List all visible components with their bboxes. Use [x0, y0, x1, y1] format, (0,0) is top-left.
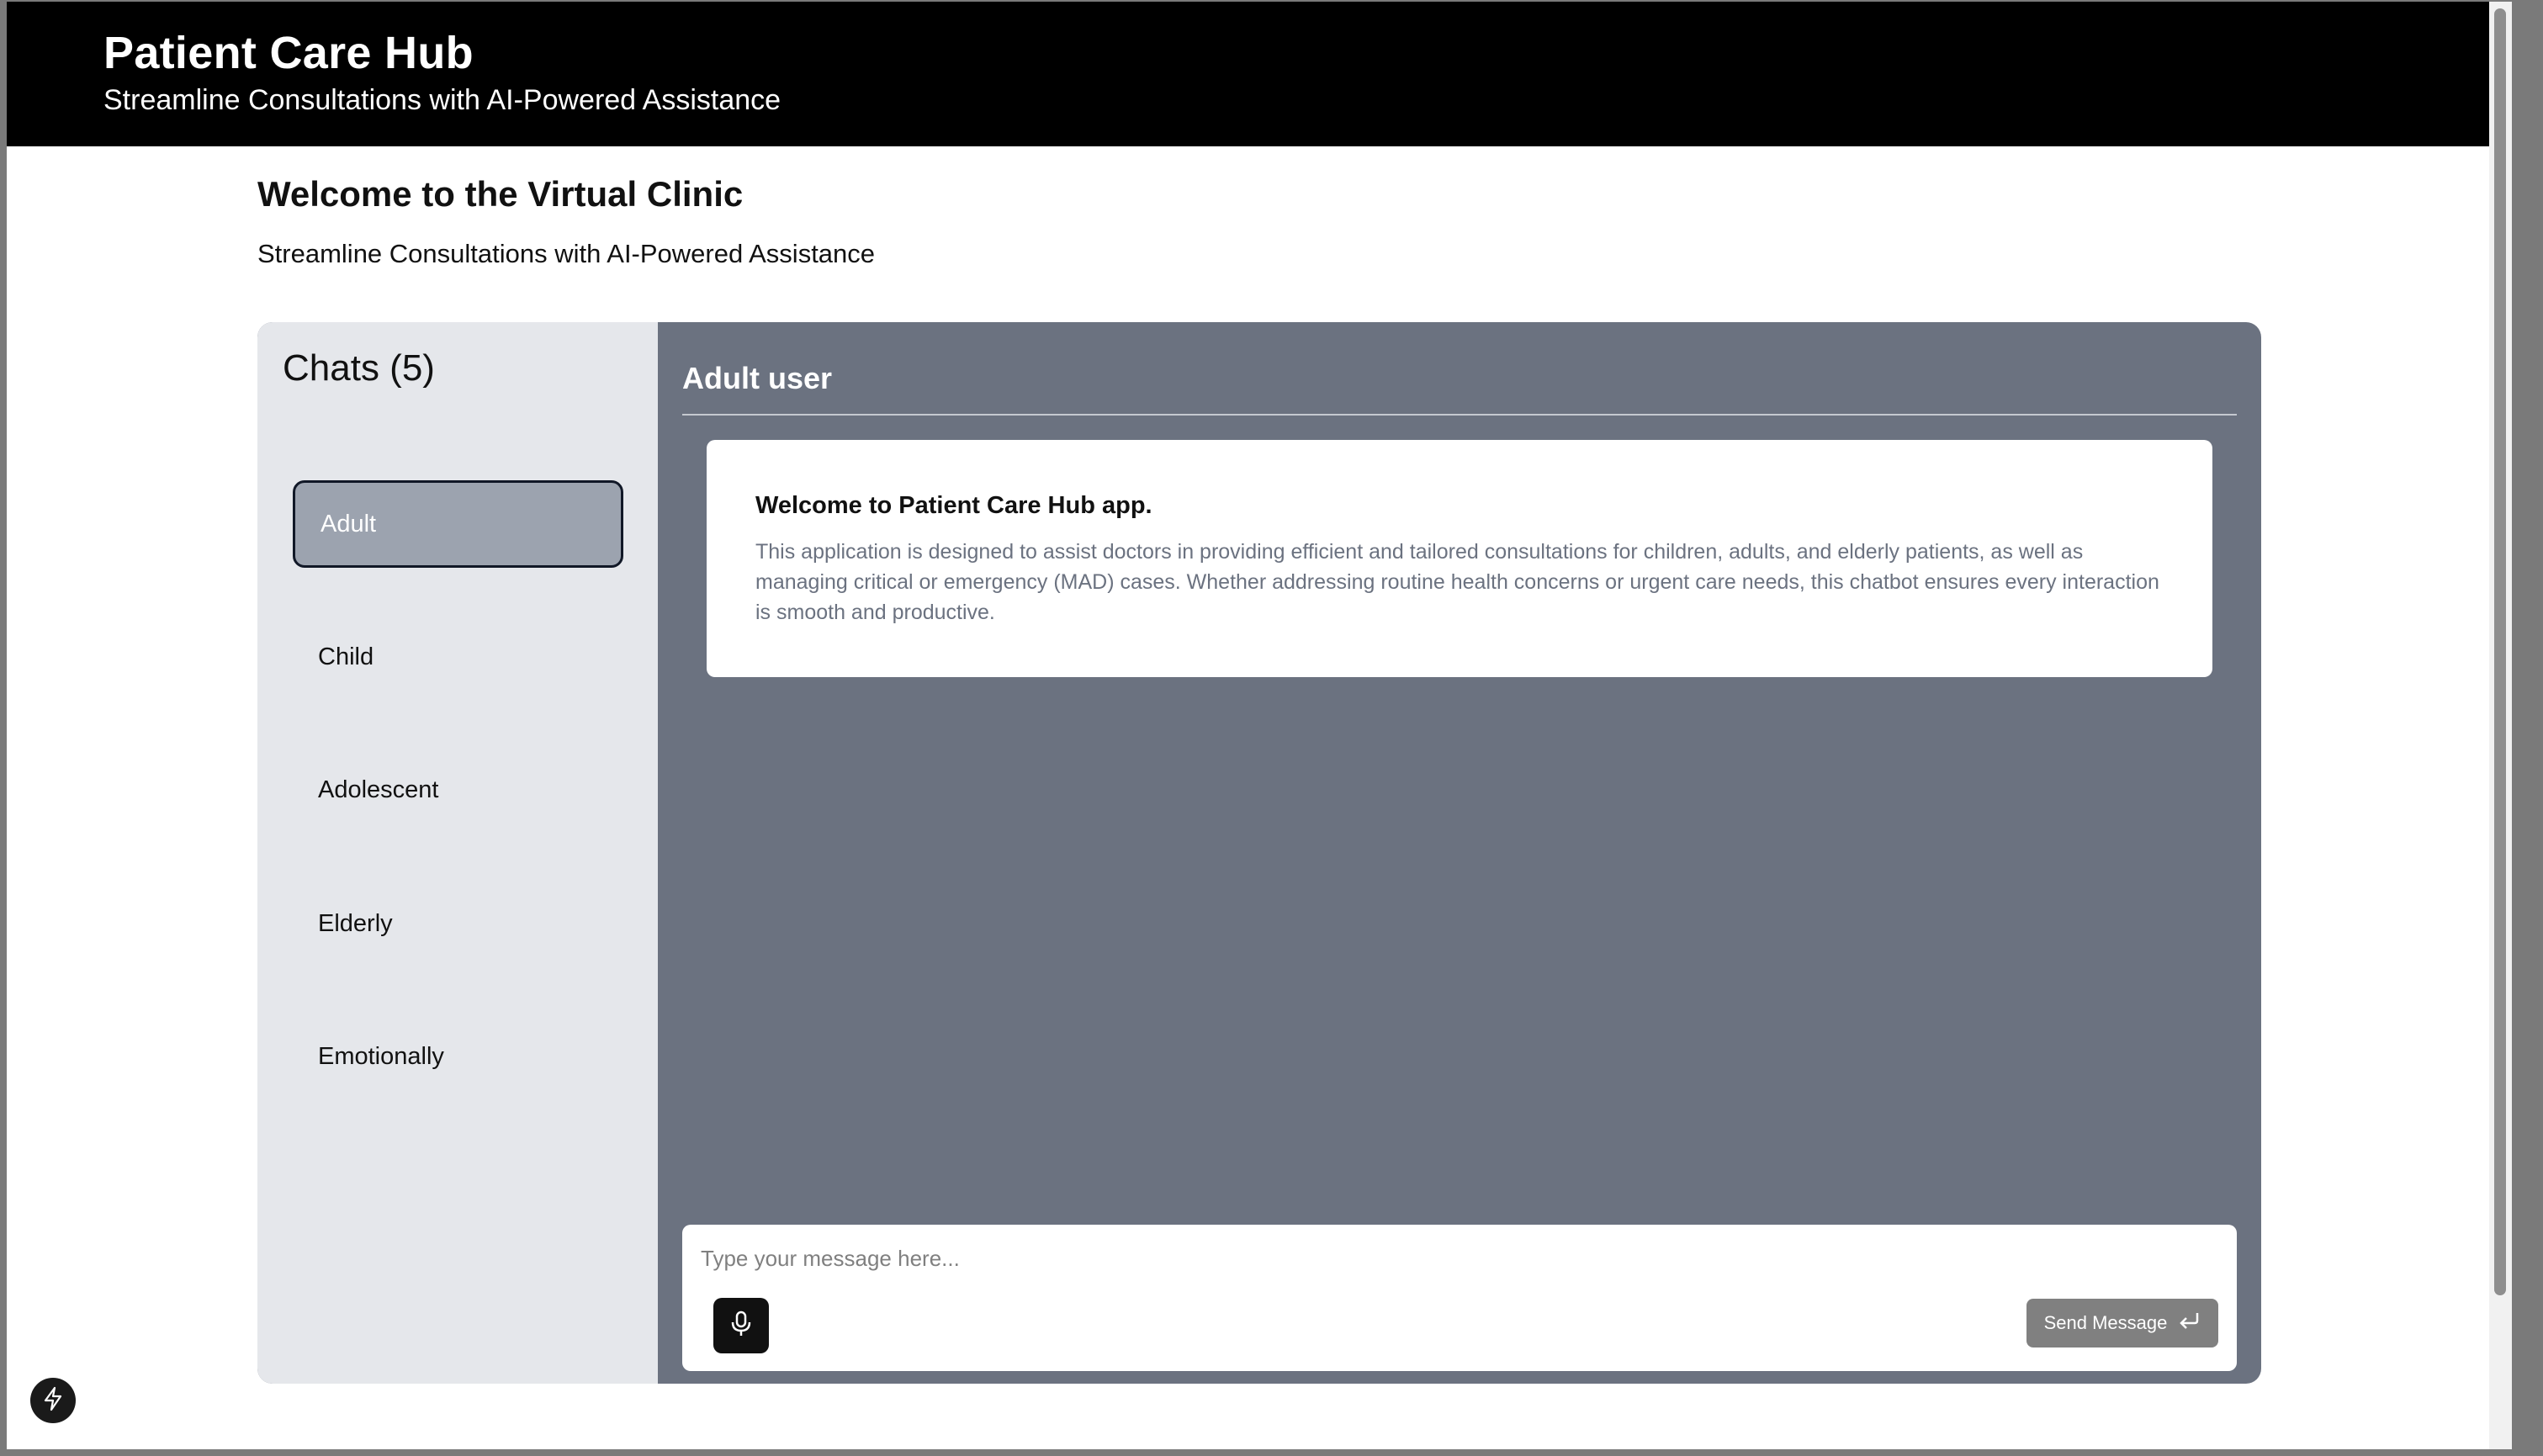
sidebar-item-adult[interactable]: Adult: [293, 480, 623, 568]
page-scrollbar[interactable]: [2489, 2, 2512, 1449]
sidebar-item-elderly[interactable]: Elderly: [293, 880, 623, 967]
sidebar-item-label: Adult: [321, 510, 377, 537]
welcome-message-card: Welcome to Patient Care Hub app. This ap…: [707, 440, 2212, 677]
app-subtitle: Streamline Consultations with AI-Powered…: [103, 84, 781, 116]
app-header: Patient Care Hub Streamline Consultation…: [7, 2, 2512, 146]
app-title: Patient Care Hub: [103, 28, 474, 78]
message-composer: Send Message: [682, 1225, 2237, 1371]
sidebar-item-child[interactable]: Child: [293, 613, 623, 701]
sidebar-item-label: Child: [318, 643, 374, 670]
chat-sidebar: Chats (5) Adult Child Adolescent Elderly…: [257, 322, 658, 1384]
chat-user-title: Adult user: [682, 361, 833, 395]
message-input[interactable]: [701, 1240, 2131, 1277]
page-subtitle: Streamline Consultations with AI-Powered…: [257, 239, 876, 268]
send-button-label: Send Message: [2043, 1312, 2168, 1333]
welcome-title: Welcome to Patient Care Hub app.: [755, 492, 1152, 519]
chat-main: Adult user Welcome to Patient Care Hub a…: [658, 322, 2261, 1384]
sidebar-item-emotionally[interactable]: Emotionally: [293, 1013, 623, 1100]
enter-icon: [2179, 1310, 2201, 1336]
sidebar-item-adolescent[interactable]: Adolescent: [293, 746, 623, 834]
send-message-button[interactable]: Send Message: [2026, 1299, 2218, 1347]
lightning-bolt-icon: [42, 1386, 64, 1416]
page-title: Welcome to the Virtual Clinic: [257, 174, 744, 214]
app-window: Patient Care Hub Streamline Consultation…: [7, 2, 2512, 1449]
sidebar-item-label: Adolescent: [318, 776, 439, 803]
chats-title: Chats (5): [283, 347, 435, 389]
dev-tools-button[interactable]: [30, 1378, 76, 1423]
microphone-icon: [729, 1310, 753, 1342]
chat-panel: Chats (5) Adult Child Adolescent Elderly…: [257, 322, 2261, 1384]
sidebar-item-label: Emotionally: [318, 1042, 444, 1070]
scrollbar-thumb[interactable]: [2494, 8, 2506, 1295]
sidebar-item-label: Elderly: [318, 909, 393, 937]
welcome-body: This application is designed to assist d…: [755, 540, 2159, 624]
chat-header: Adult user: [682, 322, 2237, 416]
mic-button[interactable]: [713, 1298, 769, 1353]
